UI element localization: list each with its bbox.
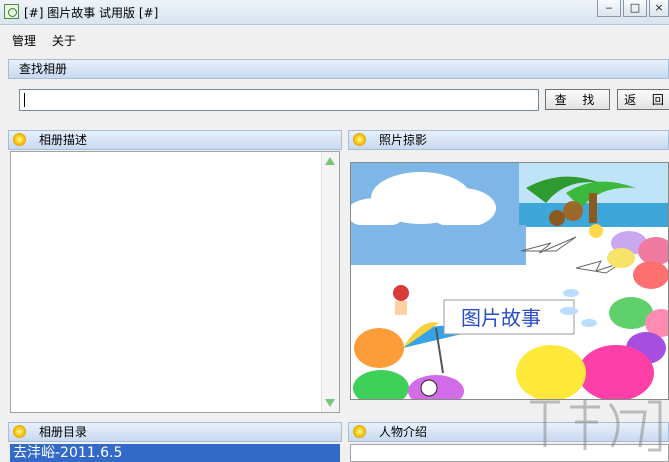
text-caret	[24, 93, 25, 107]
description-textarea[interactable]	[10, 151, 340, 413]
photo-panel-header: 照片掠影	[348, 130, 669, 150]
close-icon: ×	[654, 1, 664, 14]
maximize-button[interactable]: □	[623, 0, 647, 17]
scroll-down-icon[interactable]	[325, 399, 335, 407]
background-ghost-text	[280, 0, 580, 24]
app-icon	[4, 4, 19, 19]
menu-item-about[interactable]: 关于	[52, 32, 76, 49]
directory-panel-header: 相册目录	[8, 422, 342, 442]
watermark-logo	[530, 400, 662, 452]
description-panel-title: 相册描述	[39, 133, 88, 147]
scroll-up-icon[interactable]	[325, 157, 335, 165]
search-input[interactable]	[19, 89, 539, 111]
minimize-button[interactable]: ‒	[597, 0, 621, 17]
photo-preview: 图片故事	[350, 162, 669, 400]
sun-icon	[354, 134, 365, 145]
sun-icon	[354, 426, 365, 437]
description-scrollbar[interactable]	[321, 152, 339, 412]
photo-preview-illustration: 图片故事	[351, 163, 668, 399]
search-panel-title: 查找相册	[19, 62, 68, 76]
search-panel-header: 查找相册	[8, 59, 669, 79]
person-panel-title: 人物介绍	[379, 425, 428, 439]
album-list-item[interactable]: 去沣峪-2011.6.5	[10, 444, 340, 462]
back-button[interactable]: 返 回	[617, 89, 669, 110]
photo-panel-title: 照片掠影	[379, 133, 428, 147]
sun-icon	[14, 426, 25, 437]
maximize-icon: □	[629, 1, 641, 14]
photo-logo-text: 图片故事	[461, 306, 541, 330]
menu-bar: 管理 关于	[0, 28, 669, 50]
directory-panel-title: 相册目录	[39, 425, 88, 439]
description-panel-header: 相册描述	[8, 130, 342, 150]
title-bar: [#] 图片故事 试用版 [#] ‒ □ ×	[0, 0, 669, 25]
search-button[interactable]: 查 找	[545, 89, 610, 110]
minimize-icon: ‒	[605, 1, 613, 14]
menu-item-manage[interactable]: 管理	[12, 32, 36, 49]
sun-icon	[14, 134, 25, 145]
close-button[interactable]: ×	[649, 0, 669, 17]
window-title: [#] 图片故事 试用版 [#]	[24, 6, 159, 20]
